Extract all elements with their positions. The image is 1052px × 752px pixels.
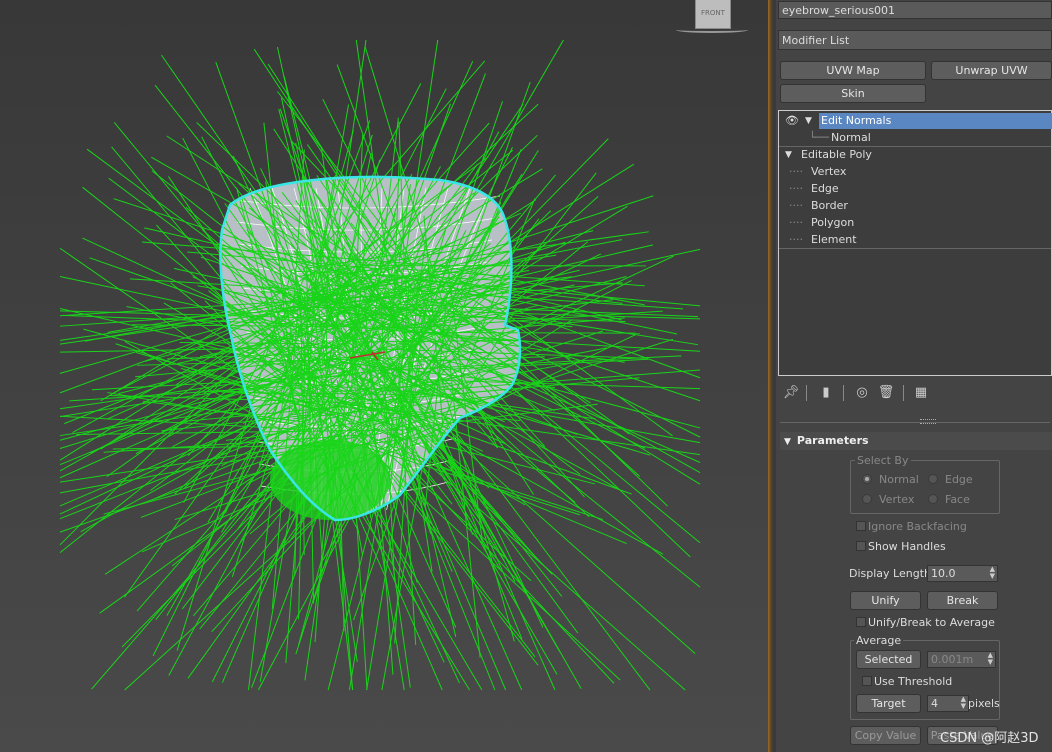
subobject-element[interactable]: Element [811, 232, 857, 248]
selected-threshold-value: 0.001m [931, 653, 974, 666]
selected-button[interactable]: Selected [856, 650, 921, 669]
ignore-backfacing-label: Ignore Backfacing [868, 520, 967, 533]
stack-item-editable-poly[interactable]: Editable Poly [801, 147, 872, 163]
modifier-stack[interactable]: 👁 ▼ Edit Normals └── Normal ▼ Editable P… [778, 110, 1052, 376]
radio-vertex[interactable] [862, 494, 872, 504]
display-length-spinner[interactable]: 10.0 ▲ ▼ [927, 565, 998, 582]
radio-normal[interactable] [862, 474, 872, 484]
viewport-front[interactable]: FRONT [0, 0, 768, 752]
radio-edge[interactable] [928, 474, 938, 484]
eye-icon[interactable]: 👁 [785, 113, 799, 129]
radio-face-label: Face [945, 493, 970, 506]
collapse-triangle-icon[interactable]: ▼ [805, 113, 812, 129]
target-pixels-value: 4 [931, 697, 938, 710]
spinner-arrows-icon[interactable]: ▲ ▼ [961, 696, 966, 710]
mesh-with-normals[interactable] [0, 0, 768, 752]
panel-resize-grip[interactable] [920, 419, 936, 424]
modifier-list-dropdown[interactable]: Modifier List [778, 30, 1052, 50]
tree-line: └── [809, 131, 829, 144]
display-length-value: 10.0 [931, 567, 956, 580]
collapse-triangle-icon[interactable]: ▼ [780, 437, 797, 447]
unwrap-uvw-button[interactable]: Unwrap UVW [931, 61, 1052, 80]
uvw-map-button[interactable]: UVW Map [780, 61, 926, 80]
tool-separator [806, 385, 807, 401]
stack-separator [779, 248, 1051, 249]
subobject-polygon[interactable]: Polygon [811, 215, 854, 231]
pixels-label: pixels [968, 697, 1000, 710]
subobject-edge[interactable]: Edge [811, 181, 839, 197]
radio-normal-label: Normal [879, 473, 919, 486]
tool-separator [903, 385, 904, 401]
skin-button[interactable]: Skin [780, 84, 926, 103]
tree-line: ···· [789, 182, 803, 195]
radio-vertex-label: Vertex [879, 493, 915, 506]
parameters-rollout-header[interactable]: ▼ Parameters [780, 432, 1052, 450]
target-pixels-spinner[interactable]: 4 ▲ ▼ [927, 695, 969, 712]
subobject-vertex[interactable]: Vertex [811, 164, 846, 180]
copy-value-button[interactable]: Copy Value [850, 726, 921, 745]
select-by-group [850, 460, 1000, 514]
spinner-arrows-icon[interactable]: ▲ ▼ [990, 566, 995, 580]
normal-lines [59, 39, 701, 691]
viewcube-compass-ring[interactable] [676, 27, 748, 33]
make-unique-icon[interactable]: ◎ [853, 384, 871, 402]
show-end-result-icon[interactable]: ▮ [817, 384, 835, 402]
average-title: Average [854, 634, 904, 647]
radio-face[interactable] [928, 494, 938, 504]
unify-button[interactable]: Unify [850, 591, 921, 610]
show-handles-checkbox[interactable] [856, 541, 866, 551]
ignore-backfacing-checkbox[interactable] [856, 521, 866, 531]
stack-item-edit-normals[interactable]: Edit Normals [819, 113, 1052, 129]
select-by-title: Select By [855, 454, 911, 467]
use-threshold-checkbox[interactable] [862, 676, 872, 686]
viewcube[interactable]: FRONT [695, 0, 731, 29]
selected-threshold-spinner[interactable]: 0.001m ▲ ▼ [927, 651, 996, 668]
display-length-label: Display Length: [849, 567, 935, 580]
rollout-separator [780, 422, 1050, 423]
tree-line: ···· [789, 216, 803, 229]
show-handles-label: Show Handles [868, 540, 946, 553]
dense-normals-cluster [270, 440, 390, 520]
spinner-arrows-icon[interactable]: ▲ ▼ [988, 652, 993, 666]
tree-line: ···· [789, 165, 803, 178]
tree-line: ···· [789, 233, 803, 246]
watermark: CSDN @阿赵3D [940, 731, 1039, 746]
collapse-triangle-icon[interactable]: ▼ [785, 147, 792, 163]
use-threshold-label: Use Threshold [874, 675, 953, 688]
tool-separator [843, 385, 844, 401]
radio-edge-label: Edge [945, 473, 973, 486]
stack-item-normal[interactable]: Normal [831, 130, 871, 146]
viewport-panel-divider[interactable] [768, 0, 776, 752]
target-button[interactable]: Target [856, 694, 921, 713]
unify-break-average-label: Unify/Break to Average [868, 616, 995, 629]
rollout-title: Parameters [796, 434, 869, 447]
unify-break-average-checkbox[interactable] [856, 617, 866, 627]
remove-modifier-icon[interactable]: 🗑︎ [877, 384, 895, 402]
pin-icon[interactable]: 📌︎ [782, 384, 800, 402]
tree-line: ···· [789, 199, 803, 212]
object-name-field[interactable]: eyebrow_serious001 [778, 1, 1052, 19]
configure-modifier-sets-icon[interactable]: ▦ [912, 384, 930, 402]
subobject-border[interactable]: Border [811, 198, 848, 214]
break-button[interactable]: Break [927, 591, 998, 610]
